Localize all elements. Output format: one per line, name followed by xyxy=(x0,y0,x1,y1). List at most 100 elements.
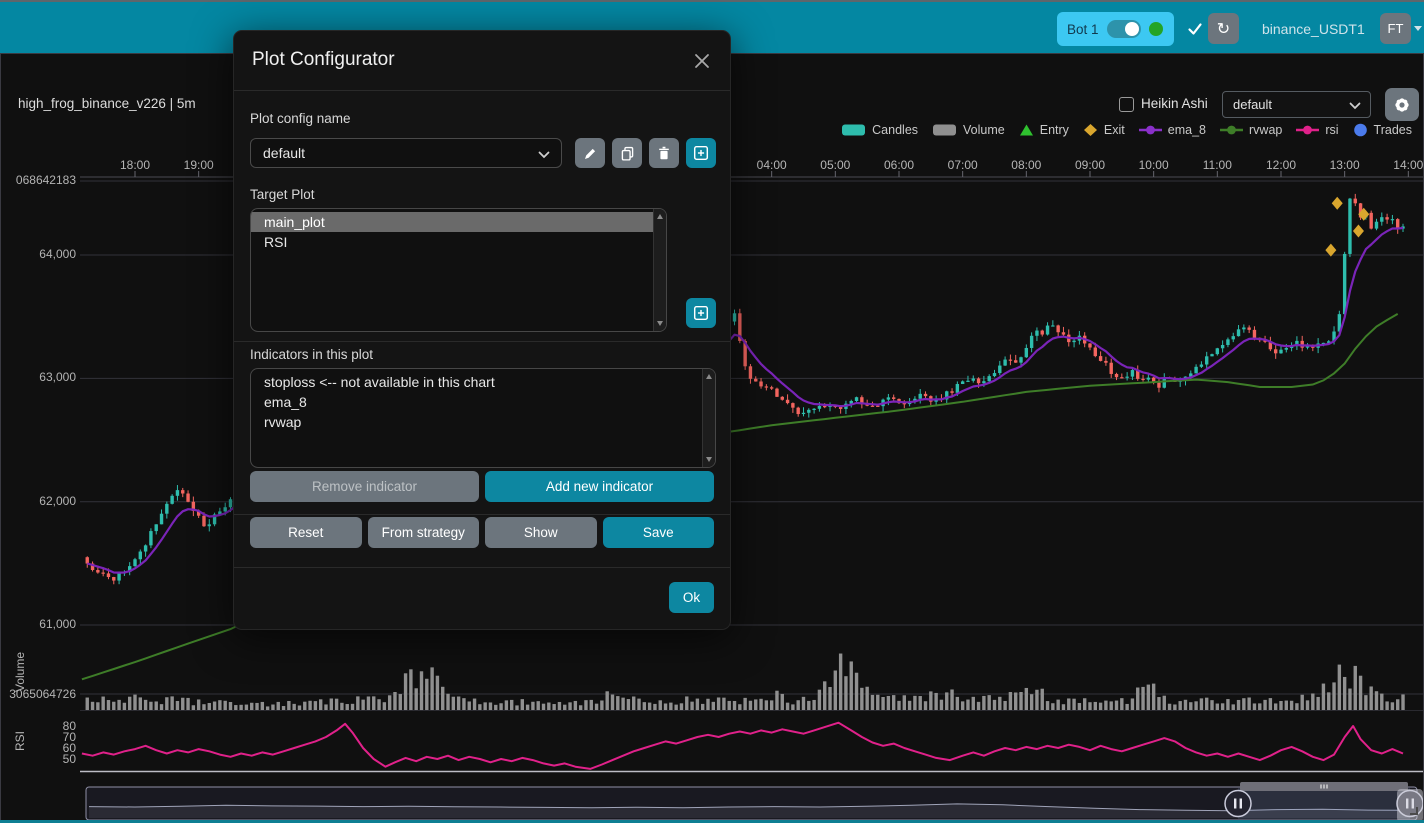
datazoom-handle-left[interactable] xyxy=(1225,791,1251,817)
datazoom-slider[interactable] xyxy=(86,782,1423,820)
volume-bar xyxy=(510,700,513,710)
volume-bar xyxy=(892,695,895,710)
volume-bar xyxy=(759,699,762,710)
candle-body xyxy=(1200,365,1203,367)
volume-bar xyxy=(425,679,428,710)
volume-bar xyxy=(908,701,911,710)
candle-body xyxy=(1099,356,1102,361)
indicator-option[interactable]: ema_8 xyxy=(251,392,699,412)
plot-config-select-header[interactable]: default xyxy=(1222,91,1371,118)
volume-bar xyxy=(966,700,969,710)
volume-bar xyxy=(155,701,158,710)
delete-config-button[interactable] xyxy=(649,138,679,168)
add-new-indicator-button[interactable]: Add new indicator xyxy=(485,471,714,502)
volume-bar xyxy=(346,704,349,710)
resize-square[interactable] xyxy=(1397,789,1423,822)
target-plot-listbox[interactable]: main_plotRSI xyxy=(250,208,667,332)
candle-body xyxy=(950,391,953,393)
candle-body xyxy=(1216,348,1219,354)
volume-bar xyxy=(139,697,142,710)
volume-bar xyxy=(186,698,189,710)
target-plot-option-RSI[interactable]: RSI xyxy=(251,232,650,252)
legend-item-rvwap[interactable]: rvwap xyxy=(1220,123,1282,137)
indicators-listbox[interactable]: stoploss <-- not available in this chart… xyxy=(250,368,716,468)
resize-handle[interactable] xyxy=(1397,789,1423,822)
bot-online-status-icon xyxy=(1149,22,1163,36)
remove-indicator-button[interactable]: Remove indicator xyxy=(250,471,479,502)
datazoom-window[interactable] xyxy=(1238,788,1410,819)
legend-item-rsi[interactable]: rsi xyxy=(1296,123,1338,137)
volume-bar xyxy=(876,695,879,710)
volume-bar xyxy=(526,705,529,710)
volume-bar xyxy=(563,705,566,710)
volume-bar xyxy=(1247,697,1250,710)
bot-selector-pill[interactable]: Bot 1 xyxy=(1057,12,1174,46)
legend-item-Entry[interactable]: Entry xyxy=(1019,123,1069,137)
from-strategy-button[interactable]: From strategy xyxy=(368,517,480,548)
volume-bar xyxy=(1380,694,1383,710)
user-avatar-button[interactable]: FT xyxy=(1380,13,1411,44)
bot-enable-toggle[interactable] xyxy=(1107,20,1141,38)
ok-button[interactable]: Ok xyxy=(669,582,714,613)
duplicate-config-button[interactable] xyxy=(612,138,642,168)
volume-bar xyxy=(1401,694,1404,710)
heikin-ashi-checkbox[interactable] xyxy=(1119,97,1134,112)
show-button[interactable]: Show xyxy=(485,517,597,548)
plot-config-name-select[interactable]: default xyxy=(250,138,562,168)
save-button[interactable]: Save xyxy=(603,517,715,548)
scroll-down-icon[interactable] xyxy=(706,457,712,462)
candle-body xyxy=(1147,378,1150,380)
modal-header: Plot Configurator xyxy=(234,31,730,91)
indicator-option[interactable]: rvwap xyxy=(251,412,699,432)
volume-bar xyxy=(722,698,725,710)
volume-bar xyxy=(924,701,927,710)
volume-bar xyxy=(1253,703,1256,710)
scrollbar[interactable] xyxy=(653,209,666,331)
volume-bar xyxy=(621,698,624,710)
rename-config-button[interactable] xyxy=(575,138,605,168)
volume-bar xyxy=(1316,697,1319,710)
target-plot-option-main_plot[interactable]: main_plot xyxy=(251,212,663,232)
price-tick-label: 61,000 xyxy=(0,617,76,631)
volume-bar xyxy=(574,701,577,710)
chevron-down-icon[interactable] xyxy=(1414,26,1422,31)
candle-body xyxy=(807,410,810,413)
candle-body xyxy=(1115,374,1118,377)
candle-body xyxy=(977,379,980,384)
exit-diamond-icon xyxy=(1332,197,1343,210)
plot-configurator-button[interactable] xyxy=(1385,88,1419,121)
volume-bar xyxy=(537,701,540,710)
scroll-up-icon[interactable] xyxy=(657,214,663,219)
legend-item-Exit[interactable]: Exit xyxy=(1083,123,1125,137)
reset-button[interactable]: Reset xyxy=(250,517,362,548)
scroll-down-icon[interactable] xyxy=(657,321,663,326)
volume-bar xyxy=(1327,692,1330,710)
refresh-button[interactable]: ↻ xyxy=(1208,13,1239,44)
volume-bar xyxy=(1136,688,1139,710)
candle-body xyxy=(1343,254,1346,314)
candle-body xyxy=(144,545,147,551)
x-tick-label: 19:00 xyxy=(184,158,214,172)
volume-bar xyxy=(786,703,789,710)
candle-body xyxy=(202,516,205,527)
scroll-up-icon[interactable] xyxy=(706,374,712,379)
volume-bar xyxy=(1094,702,1097,710)
candle-body xyxy=(170,496,173,504)
legend-item-Trades[interactable]: Trades xyxy=(1353,123,1412,137)
scrollbar[interactable] xyxy=(702,369,715,467)
legend-item-Candles[interactable]: Candles xyxy=(841,123,918,137)
volume-bar xyxy=(754,699,757,710)
volume-bar xyxy=(998,697,1001,710)
plot-config-name-value: default xyxy=(263,145,305,161)
rsi-pane-label: RSI xyxy=(13,716,27,766)
legend-item-Volume[interactable]: Volume xyxy=(932,123,1005,137)
candle-body xyxy=(107,573,110,577)
legend-item-ema_8[interactable]: ema_8 xyxy=(1139,123,1206,137)
close-button[interactable] xyxy=(690,50,714,74)
indicator-option[interactable]: stoploss <-- not available in this chart xyxy=(251,372,699,392)
add-config-button[interactable] xyxy=(686,138,716,168)
volume-bar xyxy=(308,701,311,710)
candle-body xyxy=(1247,327,1250,329)
add-subplot-button[interactable] xyxy=(686,298,716,328)
handle-circle[interactable] xyxy=(1225,791,1251,817)
